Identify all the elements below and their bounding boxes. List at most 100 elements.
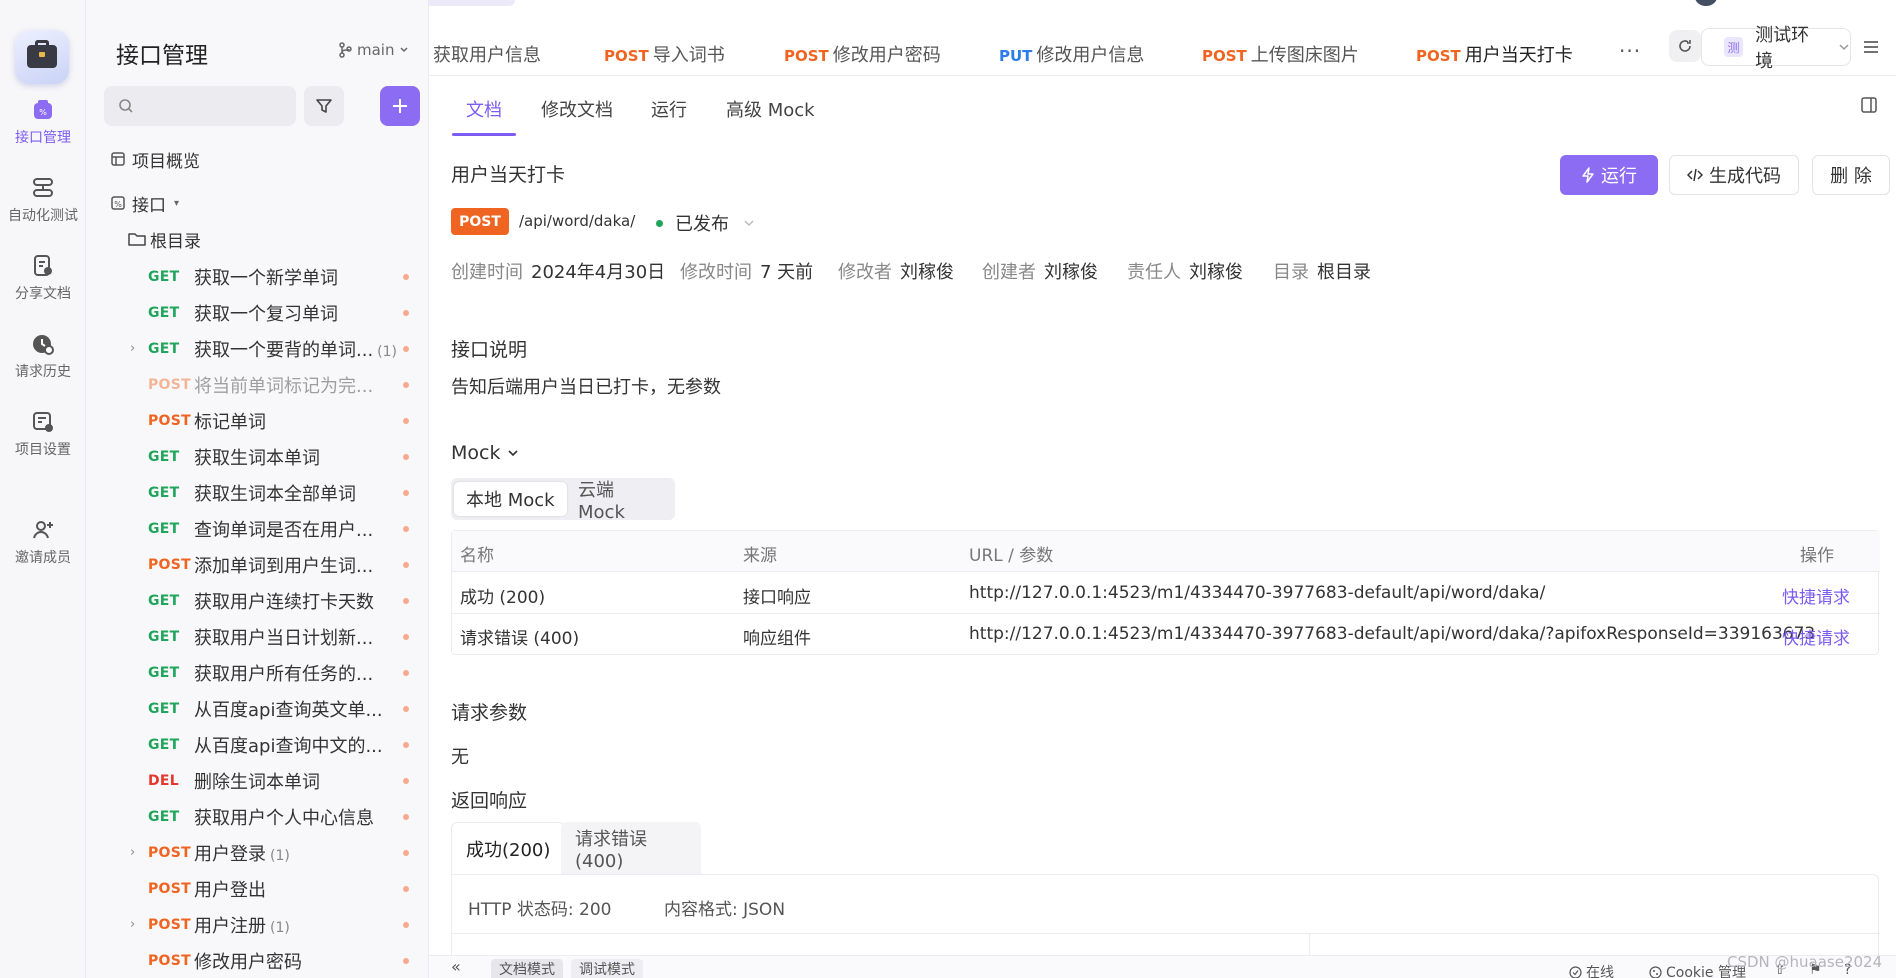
endpoint-name: 获取一个复习单词 xyxy=(194,304,338,325)
rail-item-invite[interactable]: 邀请成员 xyxy=(0,518,86,567)
sidebar-endpoint-item[interactable]: GET 从百度api查询中文的... xyxy=(86,727,429,763)
status-selector[interactable]: 已发布 xyxy=(656,210,755,236)
sidebar-item-overview[interactable]: 项目概览 xyxy=(110,144,200,174)
env-badge: 测 xyxy=(1724,37,1744,57)
panel-toggle-button[interactable] xyxy=(1860,96,1878,114)
sidebar-endpoint-item[interactable]: › GET 获取一个要背的单词... (1) xyxy=(86,331,429,367)
tab-method: POST xyxy=(1416,47,1461,65)
subtab-advanced-mock[interactable]: 高级 Mock xyxy=(726,96,815,122)
mock-title: Mock xyxy=(451,442,501,464)
sidebar-endpoint-item[interactable]: POST 标记单词 xyxy=(86,403,429,439)
endpoint-name-wrap: 获取用户个人中心信息 xyxy=(194,804,374,830)
sidebar-endpoint-item[interactable]: GET 查询单词是否在用户... xyxy=(86,511,429,547)
response-tab-error[interactable]: 请求错误(400) xyxy=(561,822,701,874)
environment-select[interactable]: 测 测试环境 xyxy=(1701,25,1851,72)
sidebar-endpoint-item[interactable]: POST 将当前单词标记为完... xyxy=(86,367,429,403)
sidebar-endpoint-item[interactable]: DEL 删除生词本单词 xyxy=(86,763,429,799)
tab-upload-image[interactable]: POST 上传图床图片 xyxy=(1202,41,1359,67)
sidebar-endpoint-item[interactable]: GET 获取用户连续打卡天数 xyxy=(86,583,429,619)
params-none: 无 xyxy=(451,747,469,768)
mock-section-toggle[interactable]: Mock xyxy=(451,442,520,464)
meta-label: 创建者 xyxy=(982,262,1036,283)
rail-item-api-management[interactable]: % 接口管理 xyxy=(0,98,86,147)
branch-selector[interactable]: main xyxy=(338,41,409,59)
meta-value: 2024年4月30日 xyxy=(531,262,666,283)
endpoint-name: 获取用户个人中心信息 xyxy=(194,808,374,829)
rail-item-history[interactable]: 请求历史 xyxy=(0,332,86,381)
page-title: 用户当天打卡 xyxy=(451,164,566,186)
sidebar-endpoint-item[interactable]: › POST 用户登录 (1) xyxy=(86,835,429,871)
endpoint-method: GET xyxy=(148,521,180,537)
more-tabs-button[interactable]: ··· xyxy=(1619,39,1641,63)
cloud-mock-option[interactable]: 云端 Mock xyxy=(566,480,675,523)
rail-item-share-docs[interactable]: 分享文档 xyxy=(0,254,86,303)
search-input[interactable] xyxy=(104,86,296,126)
tab-daily-checkin[interactable]: POST 用户当天打卡 xyxy=(1416,41,1573,67)
rail-label: 自动化测试 xyxy=(8,208,78,224)
svg-text:%: % xyxy=(114,200,122,209)
subtab-edit-docs[interactable]: 修改文档 xyxy=(541,96,613,122)
tab-update-user-info[interactable]: PUT 修改用户信息 xyxy=(999,41,1144,67)
doc-mode-button[interactable]: 文档模式 xyxy=(491,959,563,978)
tab-label: 修改用户信息 xyxy=(1036,45,1145,66)
sidebar-item-api-group[interactable]: % 接口 ▾ xyxy=(110,188,179,218)
generate-code-button[interactable]: 生成代码 xyxy=(1669,155,1799,195)
sidebar-folder-root[interactable]: 根目录 xyxy=(128,224,201,254)
subtab-run[interactable]: 运行 xyxy=(651,96,687,122)
response-tab-success[interactable]: 成功(200) xyxy=(451,822,566,874)
status-dot xyxy=(403,274,409,280)
rail-item-project-settings[interactable]: 项目设置 xyxy=(0,410,86,459)
subtab-docs[interactable]: 文档 xyxy=(466,96,502,122)
sidebar-endpoint-item[interactable]: GET 获取生词本全部单词 xyxy=(86,475,429,511)
chevron-right-icon[interactable]: › xyxy=(130,917,135,932)
response-status: HTTP 状态码: 200 xyxy=(468,900,612,920)
search-icon xyxy=(118,98,134,114)
watermark: CSDN @huaase2024 xyxy=(1727,953,1883,971)
tab-change-password[interactable]: POST 修改用户密码 xyxy=(784,41,941,67)
rail-item-automation[interactable]: 自动化测试 xyxy=(0,176,86,225)
mock-url[interactable]: http://127.0.0.1:4523/m1/4334470-3977683… xyxy=(969,624,1815,644)
sidebar-endpoint-item[interactable]: POST 修改用户密码 xyxy=(86,943,429,978)
sidebar-endpoint-item[interactable]: GET 获取生词本单词 xyxy=(86,439,429,475)
endpoint-name-wrap: 获取生词本全部单词 xyxy=(194,480,356,506)
sidebar-endpoint-item[interactable]: POST 用户登出 xyxy=(86,871,429,907)
run-button[interactable]: 运行 xyxy=(1560,155,1658,195)
add-button[interactable] xyxy=(380,86,420,126)
filter-button[interactable] xyxy=(304,86,344,126)
menu-button[interactable] xyxy=(1856,32,1886,62)
chevron-down-icon xyxy=(506,446,520,460)
meta-folder: 目录 根目录 xyxy=(1273,258,1371,284)
endpoint-name: 获取一个要背的单词... xyxy=(194,340,374,361)
tab-import-wordbook[interactable]: POST 导入词书 xyxy=(604,41,725,67)
invite-icon xyxy=(31,518,55,542)
rail-label: 接口管理 xyxy=(15,130,71,146)
delete-button[interactable]: 删 除 xyxy=(1812,155,1890,195)
refresh-button[interactable] xyxy=(1669,30,1701,62)
project-logo[interactable] xyxy=(15,30,69,84)
quick-request-link[interactable]: 快捷请求 xyxy=(1782,624,1850,649)
sidebar-endpoint-item[interactable]: GET 获取用户个人中心信息 xyxy=(86,799,429,835)
cookie-icon xyxy=(1649,965,1662,978)
chevron-right-icon[interactable]: › xyxy=(130,845,135,860)
local-mock-option[interactable]: 本地 Mock xyxy=(454,482,567,516)
collapse-sidebar-button[interactable]: « xyxy=(451,957,461,976)
tab-get-user-info[interactable]: 获取用户信息 xyxy=(433,41,541,67)
sidebar-endpoint-item[interactable]: GET 获取一个复习单词 xyxy=(86,295,429,331)
caret-down-icon: ▾ xyxy=(174,197,180,209)
debug-mode-button[interactable]: 调试模式 xyxy=(571,959,643,978)
sidebar-endpoint-item[interactable]: GET 从百度api查询英文单... xyxy=(86,691,429,727)
sidebar-endpoint-item[interactable]: GET 获取用户所有任务的... xyxy=(86,655,429,691)
endpoint-method: GET xyxy=(148,701,180,717)
sidebar-endpoint-item[interactable]: GET 获取一个新学单词 xyxy=(86,259,429,295)
sidebar-endpoint-item[interactable]: › POST 用户注册 (1) xyxy=(86,907,429,943)
avatar[interactable] xyxy=(1695,0,1717,6)
column-header: URL / 参数 xyxy=(969,546,1054,566)
sidebar-endpoint-item[interactable]: POST 添加单词到用户生词... xyxy=(86,547,429,583)
env-label: 测试环境 xyxy=(1755,25,1810,72)
mock-url[interactable]: http://127.0.0.1:4523/m1/4334470-3977683… xyxy=(969,583,1545,603)
section-description-title: 接口说明 xyxy=(451,339,528,361)
online-status[interactable]: 在线 xyxy=(1569,962,1614,978)
sidebar-endpoint-item[interactable]: GET 获取用户当日计划新... xyxy=(86,619,429,655)
quick-request-link[interactable]: 快捷请求 xyxy=(1782,583,1850,608)
chevron-right-icon[interactable]: › xyxy=(130,341,135,356)
